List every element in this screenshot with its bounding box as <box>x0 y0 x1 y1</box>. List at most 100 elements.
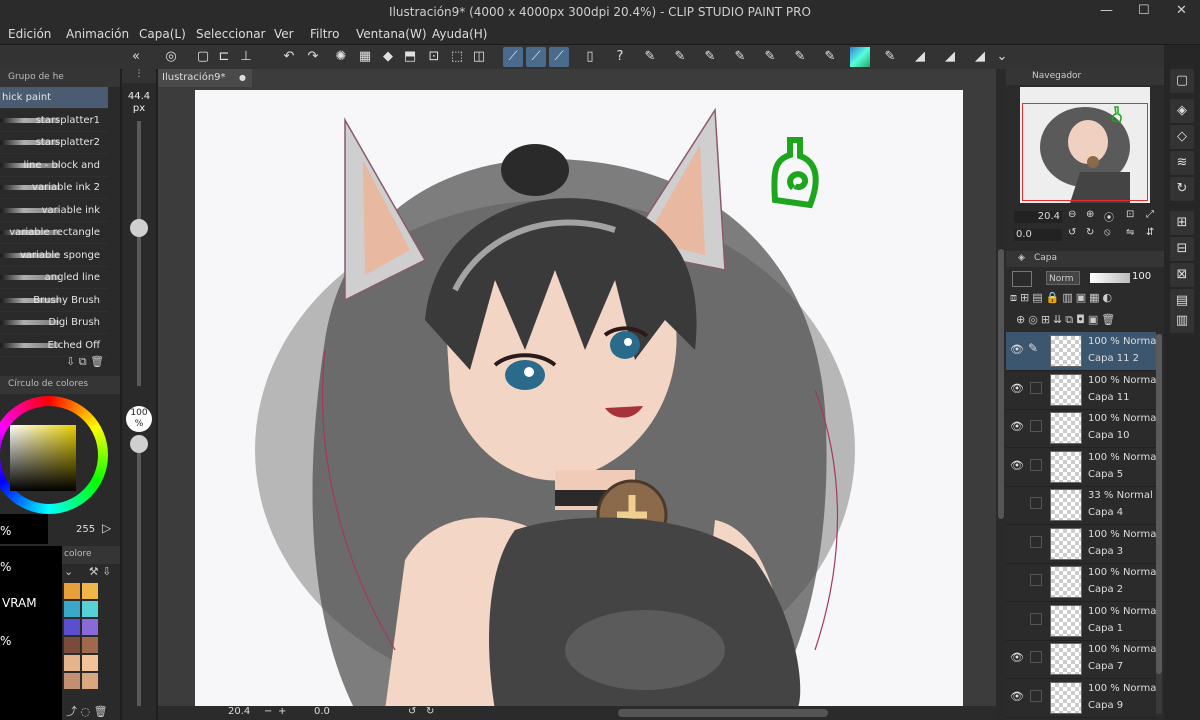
eye-icon[interactable]: 👁 <box>1010 343 1024 356</box>
eraser-preset-3-icon[interactable]: ◢ <box>970 47 990 67</box>
opacity-handle[interactable] <box>130 435 148 453</box>
dock-navigator-icon[interactable]: ▢ <box>1170 69 1194 93</box>
layer-trash-icon[interactable]: 🗑 <box>1101 313 1118 326</box>
eye-icon[interactable]: 👁 <box>1010 459 1024 472</box>
pen-preset-8-icon[interactable]: ✎ <box>880 47 900 67</box>
layer-list-scrollbar[interactable] <box>1156 334 1162 714</box>
undo-icon[interactable]: ↶ <box>279 47 299 67</box>
navigator-zoom-out-icon[interactable]: ⊖ <box>1068 209 1076 220</box>
stabilizer-3-icon[interactable]: ⟋ <box>549 47 569 67</box>
clip-studio-icon[interactable]: ◎ <box>161 47 181 67</box>
menu-ventana[interactable]: Ventana(W) <box>356 27 427 41</box>
menu-seleccionar[interactable]: Seleccionar <box>196 27 265 41</box>
blend-mode-select[interactable]: Norm <box>1046 271 1080 285</box>
palette-swatch[interactable] <box>82 673 98 689</box>
pen-preset-7-icon[interactable]: ✎ <box>820 47 840 67</box>
apply-mask-icon[interactable]: ▣ <box>1088 313 1101 326</box>
brush-item[interactable]: variable ink 2 <box>0 177 108 199</box>
opacity-track[interactable] <box>137 441 141 706</box>
dock-history-icon[interactable]: ↻ <box>1170 177 1194 201</box>
pen-preset-4-icon[interactable]: ✎ <box>730 47 750 67</box>
layer-select-checkbox[interactable] <box>1030 574 1042 586</box>
canvas-vertical-scrollbar[interactable] <box>996 69 1006 720</box>
menu-ver[interactable]: Ver <box>274 27 294 41</box>
ruler-enable-icon[interactable]: ▦ <box>1089 291 1102 304</box>
brush-item[interactable]: angled line <box>0 267 108 289</box>
palette-swatch[interactable] <box>82 601 98 617</box>
layer-row[interactable]: 100 % Normal Capa 1 <box>1006 602 1156 641</box>
layer-row[interactable]: 👁 ✎ 100 % Normal Capa 11 2 <box>1006 332 1156 371</box>
navigator-viewport[interactable] <box>1022 103 1148 201</box>
trash-icon[interactable]: 🗑 <box>90 355 104 368</box>
navigator-fill-icon[interactable]: ⤢ <box>1146 209 1154 220</box>
rotate-left-icon[interactable]: ↺ <box>408 706 416 717</box>
lock-icon[interactable]: 🔒 <box>1046 291 1063 304</box>
zoom-in-icon[interactable]: + <box>278 706 286 717</box>
play-icon[interactable]: ▷ <box>102 521 111 535</box>
minimize-button[interactable]: — <box>1100 3 1113 18</box>
reference-layer-icon[interactable]: ⊞ <box>1020 291 1032 304</box>
stabilizer-2-icon[interactable]: ⟋ <box>526 47 546 67</box>
navigator-angle-value[interactable]: 0.0 <box>1014 229 1062 241</box>
dock-material-5-icon[interactable]: ▥ <box>1170 309 1194 333</box>
brush-item[interactable]: hick paint <box>0 87 108 109</box>
eye-icon[interactable]: 👁 <box>1010 420 1024 433</box>
layer-select-checkbox[interactable] <box>1030 381 1042 394</box>
download-icon[interactable]: ⇩ <box>66 355 75 368</box>
navigator-reset-rotation-icon[interactable]: ⦸ <box>1104 227 1111 238</box>
palette-swatch[interactable] <box>64 673 80 689</box>
selection-edge-icon[interactable]: ◫ <box>469 47 489 67</box>
dock-material-3-icon[interactable]: ⊠ <box>1170 263 1194 287</box>
color-preset-icon[interactable] <box>850 47 870 67</box>
size-menu-icon[interactable]: ⋮ <box>122 69 156 83</box>
brush-size-handle[interactable] <box>130 219 148 237</box>
dock-layers-icon[interactable]: ◈ <box>1170 99 1194 123</box>
layer-select-checkbox[interactable] <box>1030 612 1042 625</box>
menu-filtro[interactable]: Filtro <box>310 27 339 41</box>
palette-download-icon[interactable]: ⇩ <box>102 565 111 578</box>
close-button[interactable]: ✕ <box>1176 3 1187 18</box>
zoom-out-icon[interactable]: − <box>264 706 272 717</box>
layer-row[interactable]: 100 % Normal Capa 2 <box>1006 563 1156 602</box>
pen-preset-5-icon[interactable]: ✎ <box>760 47 780 67</box>
erase-selection-icon[interactable]: ▦ <box>355 47 375 67</box>
navigator-zoom-in-icon[interactable]: ⊕ <box>1086 209 1094 220</box>
deselect-icon[interactable]: ⬚ <box>447 47 467 67</box>
menu-ayuda[interactable]: Ayuda(H) <box>432 27 487 41</box>
rotate-right-icon[interactable]: ↻ <box>426 706 434 717</box>
eye-icon[interactable]: 👁 <box>1010 690 1024 703</box>
document-tab[interactable]: Ilustración9* ● <box>158 69 252 87</box>
palette-swatch[interactable] <box>82 619 98 635</box>
device-icon[interactable]: ▯ <box>580 47 600 67</box>
eraser-preset-2-icon[interactable]: ◢ <box>940 47 960 67</box>
layer-row[interactable]: 👁 100 % Normal Capa 10 <box>1006 409 1156 448</box>
lock-transparency-icon[interactable]: ▥ <box>1062 291 1075 304</box>
document-tab-close[interactable]: ● <box>239 69 246 87</box>
crop-icon[interactable]: ⊡ <box>424 47 444 67</box>
layer-select-checkbox[interactable] <box>1030 535 1042 548</box>
palette-swatch[interactable] <box>64 601 80 617</box>
dock-material-2-icon[interactable]: ⊟ <box>1170 237 1194 261</box>
navigator-flip-v-icon[interactable]: ⇵ <box>1146 227 1154 238</box>
collapse-left-icon[interactable]: « <box>126 47 146 67</box>
palette-wrench-icon[interactable]: ⚒ <box>89 565 99 578</box>
brush-item[interactable]: variable rectangle <box>0 222 108 244</box>
layer-select-checkbox[interactable] <box>1030 689 1042 702</box>
layer-color-chip[interactable] <box>1012 271 1032 287</box>
palette-add-icon[interactable]: ⤴ <box>66 705 77 718</box>
palette-swatch[interactable] <box>82 637 98 653</box>
color-square[interactable] <box>10 425 76 491</box>
palette-swatch[interactable] <box>64 583 80 599</box>
layer-row[interactable]: 33 % Normal Capa 4 <box>1006 486 1156 525</box>
canvas-paper[interactable] <box>195 90 963 710</box>
fill-icon[interactable]: ◆ <box>378 47 398 67</box>
mask-icon[interactable]: ◘ <box>1076 313 1088 326</box>
transfer-down-icon[interactable]: ⇊ <box>1053 313 1065 326</box>
navigator-fit-icon[interactable]: ⦿ <box>1104 209 1114 224</box>
draft-layer-icon[interactable]: ▤ <box>1032 291 1045 304</box>
palette-swatch[interactable] <box>64 655 80 671</box>
brush-size-track[interactable] <box>137 121 141 386</box>
brush-item[interactable]: Etched Off <box>0 335 108 357</box>
layer-select-checkbox[interactable] <box>1030 497 1042 509</box>
save-icon[interactable]: ⊥ <box>236 47 256 67</box>
